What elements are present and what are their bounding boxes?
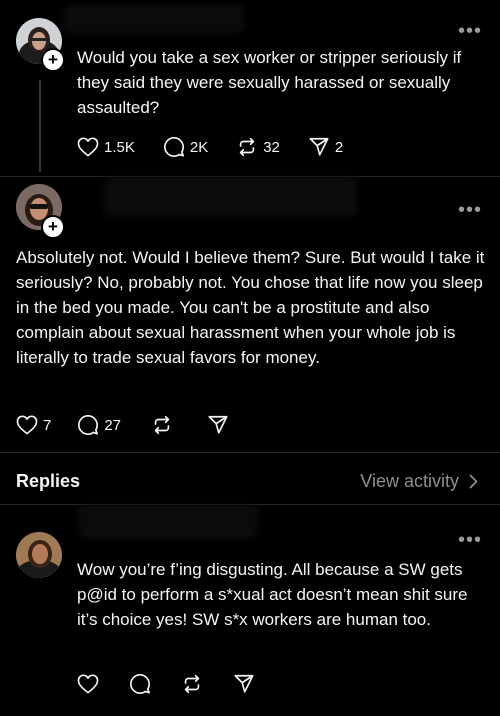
like-button[interactable]: 7 xyxy=(16,415,51,435)
share-icon xyxy=(234,674,254,693)
follow-plus-icon[interactable]: + xyxy=(41,48,65,72)
replies-heading: Replies xyxy=(16,471,81,491)
thread-line xyxy=(39,80,41,172)
comment-text: Absolutely not. Would I believe them? Su… xyxy=(16,248,485,367)
repost-icon xyxy=(184,674,200,694)
share-button[interactable] xyxy=(233,673,255,695)
post-text: Would you take a sex worker or stripper … xyxy=(77,48,462,117)
more-options-icon[interactable]: ••• xyxy=(458,21,482,41)
more-options-icon[interactable]: ••• xyxy=(458,530,482,550)
avatar[interactable] xyxy=(16,532,62,578)
comment-icon xyxy=(78,415,99,435)
comment-actions: 7 27 xyxy=(16,412,257,438)
reply-text: Wow you’re f’ing disgusting. All because… xyxy=(77,560,468,629)
post-actions: 1.5K 2K 32 2 xyxy=(77,134,371,160)
comment-post: + ••• Absolutely not. Would I believe th… xyxy=(0,177,500,452)
share-icon xyxy=(208,415,228,434)
comment-button[interactable]: 2K xyxy=(163,136,208,158)
heart-icon xyxy=(77,137,99,157)
more-options-icon[interactable]: ••• xyxy=(458,200,482,220)
like-count: 7 xyxy=(43,416,52,434)
comment-button[interactable]: 27 xyxy=(77,414,121,436)
heart-icon xyxy=(16,415,38,435)
share-button[interactable]: 2 xyxy=(308,136,343,158)
repost-count: 32 xyxy=(263,138,280,156)
follow-plus-icon[interactable]: + xyxy=(41,215,65,239)
share-button[interactable] xyxy=(207,414,229,436)
share-count: 2 xyxy=(334,138,344,156)
like-button[interactable]: 1.5K xyxy=(77,137,135,157)
comment-count: 2K xyxy=(189,138,209,156)
comment-icon xyxy=(130,674,150,694)
view-activity-link[interactable]: View activity xyxy=(360,471,478,492)
like-button[interactable] xyxy=(77,674,99,694)
comment-count: 27 xyxy=(104,416,122,434)
repost-button[interactable]: 32 xyxy=(236,136,280,158)
repost-button[interactable] xyxy=(151,414,173,436)
username-redacted xyxy=(104,177,358,217)
view-activity-label: View activity xyxy=(360,471,459,491)
repost-icon xyxy=(154,415,170,435)
like-count: 1.5K xyxy=(104,138,135,156)
comment-icon xyxy=(163,137,184,157)
chevron-right-icon xyxy=(469,474,478,489)
heart-icon xyxy=(77,674,99,694)
reply-actions xyxy=(77,671,283,697)
share-icon xyxy=(309,137,329,156)
original-post: + ••• Would you take a sex worker or str… xyxy=(0,0,500,175)
reply-post: ••• Wow you’re f’ing disgusting. All bec… xyxy=(0,505,500,716)
divider xyxy=(0,452,500,453)
repost-button[interactable] xyxy=(181,673,203,695)
username-redacted xyxy=(64,4,244,34)
comment-button[interactable] xyxy=(129,673,151,695)
repost-icon xyxy=(239,137,255,157)
username-redacted xyxy=(78,505,258,539)
